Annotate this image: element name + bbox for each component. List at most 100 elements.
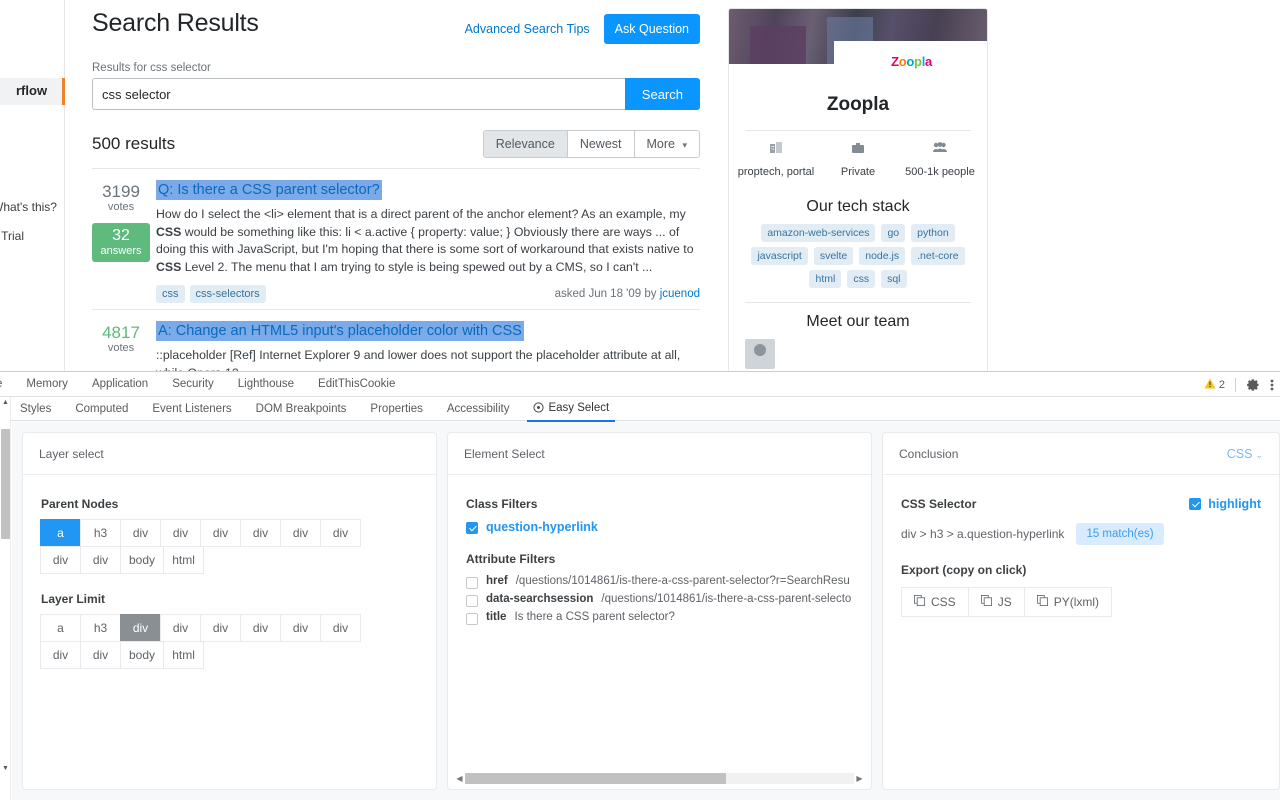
scroll-left-arrow-icon[interactable]: ◀ xyxy=(454,774,465,783)
sort-tab-newest[interactable]: Newest xyxy=(567,131,635,157)
class-filter-checkbox[interactable] xyxy=(466,522,478,534)
copy-icon xyxy=(914,595,925,609)
nav-whats-this[interactable]: What's this? xyxy=(0,200,57,214)
highlight-checkbox[interactable] xyxy=(1189,498,1202,510)
scroll-right-arrow-icon[interactable]: ▶ xyxy=(854,774,865,783)
tech-tag[interactable]: node.js xyxy=(859,247,906,265)
tag-css-selectors[interactable]: css-selectors xyxy=(189,285,266,303)
author-link[interactable]: jcuenod xyxy=(660,288,700,300)
company-sidebar-card: Zoopla Zoopla proptech, portal Private 5… xyxy=(728,8,988,375)
highlight-label: highlight xyxy=(1208,497,1261,511)
question-hyperlink[interactable]: Q: Is there a CSS parent selector? xyxy=(156,180,382,200)
devtools-tab-security[interactable]: Security xyxy=(160,372,226,397)
devtools-tab-editthiscookie[interactable]: EditThisCookie xyxy=(306,372,407,397)
layer-limit-chip[interactable]: div xyxy=(280,614,321,642)
layer-limit-chip[interactable]: div xyxy=(320,614,361,642)
devtools-tab-e[interactable]: e xyxy=(0,372,14,397)
parent-node-chip[interactable]: body xyxy=(120,546,165,574)
warning-count: 2 xyxy=(1218,378,1225,391)
parent-node-chip[interactable]: div xyxy=(80,546,121,574)
output-mode-dropdown[interactable]: CSS ⌄ xyxy=(1227,447,1263,461)
search-input[interactable] xyxy=(92,78,625,110)
excerpt-bold-1: CSS xyxy=(156,224,182,239)
subtab-accessibility[interactable]: Accessibility xyxy=(435,398,522,420)
export-py-button[interactable]: PY(lxml) xyxy=(1023,587,1113,617)
subtab-easy-select[interactable]: Easy Select xyxy=(521,397,621,422)
warning-icon xyxy=(1204,378,1216,392)
tech-tag[interactable]: sql xyxy=(881,270,907,288)
match-count-badge[interactable]: 15 match(es) xyxy=(1076,523,1164,545)
parent-node-chip[interactable]: div xyxy=(120,519,161,547)
subtab-event-listeners[interactable]: Event Listeners xyxy=(140,398,243,420)
parent-node-chip[interactable]: h3 xyxy=(80,519,121,547)
highlight-toggle[interactable]: highlight xyxy=(1189,497,1261,511)
sort-tab-relevance[interactable]: Relevance xyxy=(483,131,568,157)
scroll-down-arrow-icon[interactable]: ▼ xyxy=(2,765,9,772)
parent-node-chip[interactable]: div xyxy=(240,519,281,547)
kebab-menu-icon[interactable] xyxy=(1270,378,1274,392)
subtab-computed[interactable]: Computed xyxy=(63,398,140,420)
tech-tag[interactable]: svelte xyxy=(813,247,854,265)
scrollbar-thumb[interactable] xyxy=(1,429,10,539)
parent-node-chip[interactable]: a xyxy=(40,519,81,547)
parent-node-chip[interactable]: div xyxy=(200,519,241,547)
avatar[interactable] xyxy=(745,339,775,369)
tech-tag[interactable]: go xyxy=(881,224,906,242)
parent-node-chip[interactable]: div xyxy=(280,519,321,547)
result-body: Q: Is there a CSS parent selector? How d… xyxy=(150,180,700,303)
tech-tag[interactable]: .net-core xyxy=(911,247,965,265)
question-hyperlink[interactable]: A: Change an HTML5 input's placeholder c… xyxy=(156,321,524,341)
subtab-dom-breakpoints[interactable]: DOM Breakpoints xyxy=(244,398,359,420)
conclusion-card: Conclusion CSS ⌄ CSS Selector highlight d… xyxy=(882,432,1280,790)
scrollbar-track[interactable] xyxy=(465,773,854,784)
company-fact: Private xyxy=(817,141,899,180)
tech-tag[interactable]: amazon-web-services xyxy=(761,224,876,242)
attribute-filter-checkbox[interactable] xyxy=(466,595,478,607)
subtab-styles[interactable]: Styles xyxy=(8,398,63,420)
parent-node-chip[interactable]: div xyxy=(160,519,201,547)
devtools-tab-lighthouse[interactable]: Lighthouse xyxy=(226,372,306,397)
tech-tag[interactable]: css xyxy=(847,270,876,288)
devtools-vertical-scrollbar[interactable]: ▲ ▼ xyxy=(0,397,11,800)
layer-limit-chip[interactable]: div xyxy=(240,614,281,642)
results-count-row: 500 results Relevance Newest More ▾ xyxy=(78,110,714,168)
scrollbar-thumb[interactable] xyxy=(465,773,726,784)
tech-tag[interactable]: html xyxy=(809,270,842,288)
ask-question-button[interactable]: Ask Question xyxy=(603,14,700,44)
layer-limit-chip[interactable]: a xyxy=(40,614,81,642)
subtab-properties[interactable]: Properties xyxy=(358,398,434,420)
devtools-tab-application[interactable]: Application xyxy=(80,372,160,397)
tech-tag[interactable]: python xyxy=(911,224,955,242)
sort-tab-more[interactable]: More ▾ xyxy=(634,131,699,157)
tech-tag[interactable]: javascript xyxy=(751,247,808,265)
search-button[interactable]: Search xyxy=(624,78,700,110)
devtools-tab-memory[interactable]: Memory xyxy=(14,372,80,397)
layer-limit-chip[interactable]: div xyxy=(160,614,201,642)
layer-limit-chip[interactable]: div xyxy=(200,614,241,642)
export-css-button[interactable]: CSS xyxy=(901,587,969,617)
class-filter-name[interactable]: question-hyperlink xyxy=(486,520,598,534)
layer-limit-chip[interactable]: div xyxy=(40,641,81,669)
nav-free-trial[interactable]: y Trial xyxy=(0,229,24,243)
layer-select-card: Layer select Parent Nodes a h3 div div d… xyxy=(22,432,437,790)
export-js-button[interactable]: JS xyxy=(967,587,1025,617)
attribute-filter-checkbox[interactable] xyxy=(466,577,478,589)
warning-indicator[interactable]: 2 xyxy=(1204,378,1225,392)
tag-css[interactable]: css xyxy=(156,285,185,303)
layer-limit-chip[interactable]: div xyxy=(80,641,121,669)
advanced-search-tips-link[interactable]: Advanced Search Tips xyxy=(465,22,590,36)
parent-node-chip[interactable]: div xyxy=(320,519,361,547)
scroll-up-arrow-icon[interactable]: ▲ xyxy=(2,399,9,406)
selector-text[interactable]: div > h3 > a.question-hyperlink xyxy=(901,527,1064,541)
parent-node-chip[interactable]: div xyxy=(40,546,81,574)
attribute-filter-checkbox[interactable] xyxy=(466,613,478,625)
attribute-filters-label: Attribute Filters xyxy=(466,552,556,566)
layer-limit-chip[interactable]: h3 xyxy=(80,614,121,642)
layer-limit-chip[interactable]: div xyxy=(120,614,161,642)
element-select-horizontal-scrollbar[interactable]: ◀ ▶ xyxy=(454,772,865,785)
layer-limit-chip[interactable]: html xyxy=(163,641,205,669)
nav-item-stackoverflow[interactable]: rflow xyxy=(0,78,65,105)
layer-limit-chip[interactable]: body xyxy=(120,641,165,669)
gear-icon[interactable] xyxy=(1246,378,1260,392)
parent-node-chip[interactable]: html xyxy=(163,546,205,574)
